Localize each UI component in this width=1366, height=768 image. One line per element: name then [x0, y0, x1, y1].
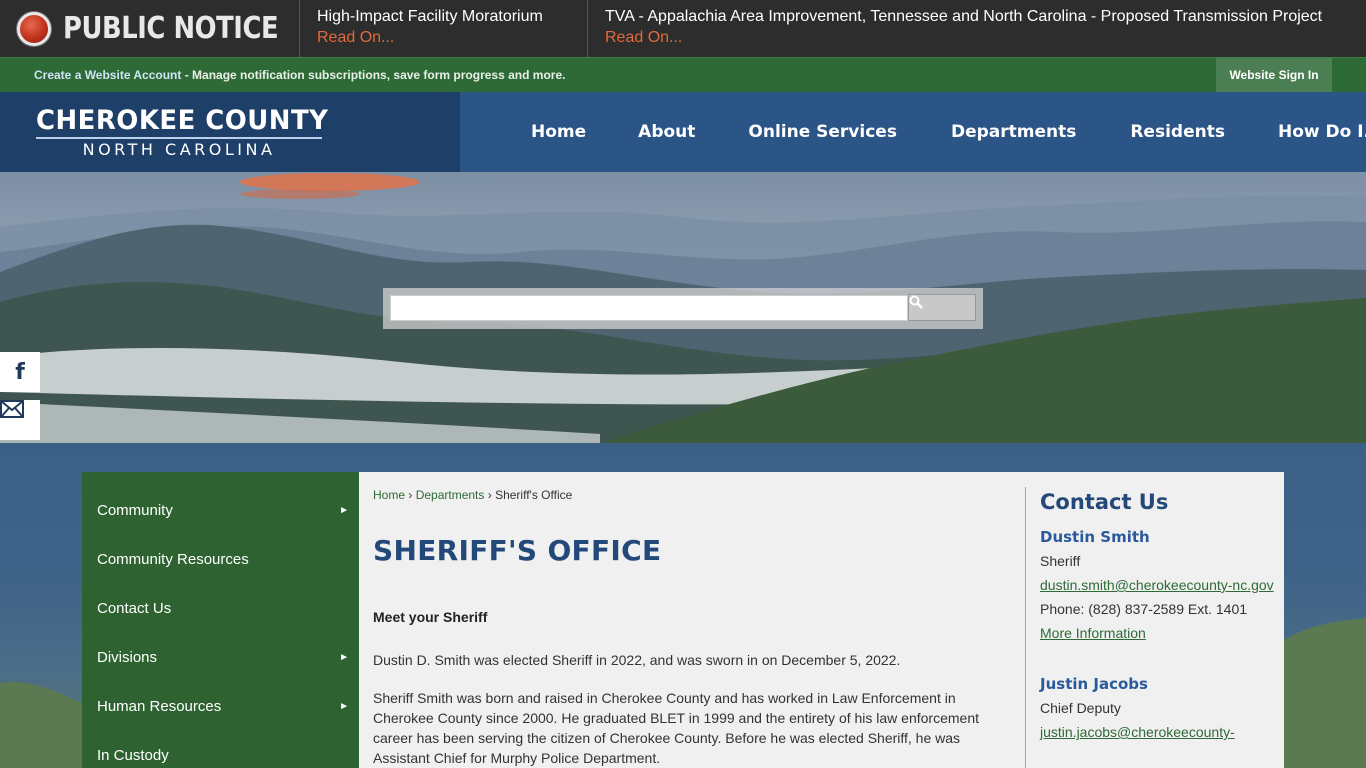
hero-banner: f: [0, 172, 1366, 443]
mountain-silhouette-shape: [380, 92, 452, 172]
page-title: SHERIFF'S OFFICE: [373, 534, 662, 567]
account-message: Create a Website Account - Manage notifi…: [34, 68, 565, 82]
sidebar-item-in-custody[interactable]: In Custody: [82, 731, 359, 768]
facebook-icon: f: [15, 359, 25, 385]
logo-title: CHEROKEE COUNTY: [36, 105, 329, 136]
contact-name: Dustin Smith: [1040, 528, 1150, 546]
contact-email-link[interactable]: dustin.smith@cherokeecounty-nc.gov: [1040, 575, 1276, 595]
expand-arrow-icon[interactable]: ►: [339, 505, 349, 516]
sidebar-item-community[interactable]: Community ►: [82, 486, 359, 535]
logo-divider: [36, 137, 322, 139]
expand-arrow-icon[interactable]: ►: [339, 701, 349, 712]
sidebar-nav: Community ► Community Resources Contact …: [82, 472, 359, 768]
main-nav: Home About Online Services Departments R…: [504, 92, 1366, 172]
county-logo[interactable]: CHEROKEE COUNTY NORTH CAROLINA: [36, 105, 329, 159]
notice-alert-icon: [17, 11, 51, 46]
contact-us-panel: Contact Us Dustin Smith Sheriff dustin.s…: [1040, 489, 1276, 742]
search-button[interactable]: [908, 294, 976, 321]
public-notice-title[interactable]: PUBLIC NOTICE: [0, 0, 300, 57]
breadcrumb-current: Sheriff's Office: [495, 488, 573, 502]
website-sign-in-button[interactable]: Website Sign In: [1216, 58, 1332, 92]
account-bar: Create a Website Account - Manage notifi…: [0, 57, 1366, 92]
nav-departments[interactable]: Departments: [951, 122, 1076, 142]
read-on-link[interactable]: Read On...: [317, 27, 570, 49]
contact-title: Sheriff: [1040, 553, 1081, 569]
sidebar-item-label: In Custody: [97, 747, 169, 764]
email-icon: [0, 400, 24, 418]
account-description: - Manage notification subscriptions, sav…: [181, 68, 566, 82]
create-account-link[interactable]: Create a Website Account: [34, 68, 181, 82]
notice-item-title[interactable]: TVA - Appalachia Area Improvement, Tenne…: [605, 7, 1349, 27]
sidebar-item-label: Human Resources: [97, 698, 222, 715]
nav-how-do-i[interactable]: How Do I...: [1278, 122, 1366, 142]
contact-name: Justin Jacobs: [1040, 675, 1148, 693]
nav-online-services[interactable]: Online Services: [748, 122, 897, 142]
sidebar-item-contact-us[interactable]: Contact Us: [82, 584, 359, 633]
contact-email-link[interactable]: justin.jacobs@cherokeecounty-: [1040, 722, 1276, 742]
more-information-link[interactable]: More Information: [1040, 623, 1276, 643]
sidebar-item-human-resources[interactable]: Human Resources ►: [82, 682, 359, 731]
breadcrumb-departments[interactable]: Departments: [416, 488, 485, 502]
nav-about[interactable]: About: [638, 122, 695, 142]
site-search: [383, 288, 983, 329]
sidebar-item-label: Community: [97, 502, 173, 519]
notice-item-title[interactable]: High-Impact Facility Moratorium: [317, 7, 570, 27]
intro-paragraph: Dustin D. Smith was elected Sheriff in 2…: [373, 652, 901, 668]
breadcrumb-separator: ›: [484, 488, 496, 502]
breadcrumb-separator: ›: [405, 488, 416, 502]
nav-residents[interactable]: Residents: [1130, 122, 1225, 142]
notice-item[interactable]: High-Impact Facility Moratorium Read On.…: [300, 0, 588, 57]
nav-home[interactable]: Home: [531, 122, 586, 142]
email-share-button[interactable]: [0, 400, 40, 440]
search-icon: [909, 295, 923, 309]
bio-paragraph: Sheriff Smith was born and raised in Che…: [373, 690, 980, 766]
read-on-link[interactable]: Read On...: [605, 27, 1349, 49]
contact-divider: [1025, 487, 1026, 768]
section-heading: Meet your Sheriff: [373, 609, 488, 625]
search-input[interactable]: [390, 295, 908, 321]
sidebar-item-label: Contact Us: [97, 600, 172, 617]
breadcrumb-home[interactable]: Home: [373, 488, 405, 502]
main-content: Home › Departments › Sheriff's Office SH…: [359, 472, 1284, 768]
sidebar-item-community-resources[interactable]: Community Resources: [82, 535, 359, 584]
notice-item[interactable]: TVA - Appalachia Area Improvement, Tenne…: [588, 0, 1366, 57]
sidebar-item-label: Divisions: [97, 649, 158, 666]
contact-person: Dustin Smith Sheriff dustin.smith@cherok…: [1040, 527, 1276, 643]
contact-person: Justin Jacobs Chief Deputy justin.jacobs…: [1040, 674, 1276, 742]
contact-phone: Phone: (828) 837-2589 Ext. 1401: [1040, 601, 1248, 617]
site-header: CHEROKEE COUNTY NORTH CAROLINA Home Abou…: [0, 92, 1366, 172]
public-notice-label: PUBLIC NOTICE: [63, 11, 279, 46]
contact-title: Chief Deputy: [1040, 700, 1121, 716]
public-notice-bar: PUBLIC NOTICE High-Impact Facility Morat…: [0, 0, 1366, 57]
breadcrumb: Home › Departments › Sheriff's Office: [373, 488, 572, 502]
contact-heading: Contact Us: [1040, 490, 1169, 514]
logo-subtitle: NORTH CAROLINA: [82, 140, 276, 159]
sidebar-item-divisions[interactable]: Divisions ►: [82, 633, 359, 682]
expand-arrow-icon[interactable]: ►: [339, 652, 349, 663]
sidebar-item-label: Community Resources: [97, 551, 249, 568]
facebook-share-button[interactable]: f: [0, 352, 40, 392]
